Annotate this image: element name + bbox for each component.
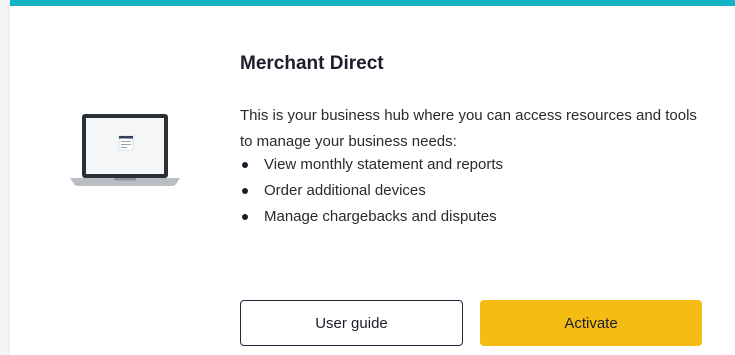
list-item-text: View monthly statement and reports [264, 156, 504, 173]
bullet-icon [242, 162, 248, 168]
merchant-direct-card: Merchant Direct This is your business hu… [10, 0, 735, 355]
list-item-text: Order additional devices [264, 182, 426, 199]
card-title: Merchant Direct [240, 53, 384, 74]
laptop-icon [70, 114, 180, 186]
list-item: View monthly statement and reports [240, 152, 700, 178]
bullet-icon [242, 188, 248, 194]
activate-button[interactable]: Activate [480, 300, 702, 346]
bullet-icon [242, 214, 248, 220]
list-item: Manage chargebacks and disputes [240, 204, 700, 230]
user-guide-button[interactable]: User guide [240, 300, 463, 346]
feature-list: View monthly statement and reports Order… [240, 152, 700, 230]
card-description: This is your business hub where you can … [240, 107, 697, 150]
list-item: Order additional devices [240, 178, 700, 204]
list-item-text: Manage chargebacks and disputes [264, 208, 497, 225]
